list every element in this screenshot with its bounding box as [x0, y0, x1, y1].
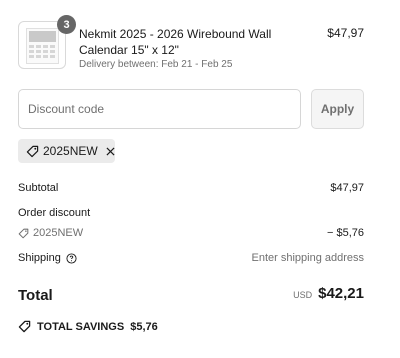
remove-discount-close-icon[interactable] [106, 146, 115, 156]
total-row: Total USD $42,21 [18, 285, 364, 307]
apply-discount-button[interactable]: Apply [311, 89, 364, 129]
delivery-window: Delivery between: Feb 21 - Feb 25 [79, 59, 233, 70]
help-circle-icon[interactable] [66, 252, 77, 264]
product-name: Nekmit 2025 - 2026 Wirebound Wall Calend… [79, 27, 272, 57]
tag-icon [18, 228, 29, 239]
shipping-label: Shipping [18, 252, 61, 264]
applied-discount-chip: 2025NEW [18, 139, 115, 163]
currency-code: USD [293, 290, 313, 300]
total-savings-label: TOTAL SAVINGS [37, 320, 125, 333]
subtotal-label: Subtotal [18, 182, 59, 194]
discount-code-label: 2025NEW [33, 227, 84, 239]
subtotal-value: $47,97 [330, 182, 364, 194]
cart-line-item: 3 Nekmit 2025 - 2026 Wirebound Wall Cale… [18, 15, 364, 75]
applied-code: 2025NEW [43, 144, 98, 158]
discount-amount: − $5,76 [326, 227, 364, 239]
order-discount-label: Order discount [18, 207, 91, 219]
quantity-badge: 3 [57, 15, 76, 34]
total-value: $42,21 [318, 285, 364, 302]
product-price: $47,97 [327, 26, 364, 40]
tag-icon [26, 145, 39, 158]
calendar-image [26, 28, 59, 64]
discount-code-input[interactable] [18, 89, 301, 129]
total-savings-row: TOTAL SAVINGS $5,76 [18, 320, 158, 333]
total-savings-value: $5,76 [130, 320, 158, 333]
tag-icon [18, 320, 31, 333]
shipping-value: Enter shipping address [251, 252, 364, 264]
total-label: Total [18, 287, 53, 304]
